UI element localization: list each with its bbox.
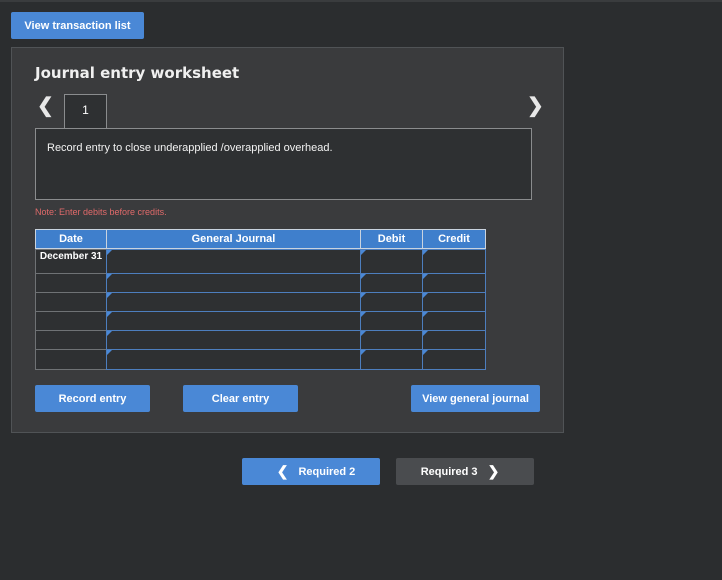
credit-input[interactable] (422, 273, 486, 294)
note-text: Note: Enter debits before credits. (35, 207, 167, 217)
credit-input[interactable] (422, 349, 486, 370)
journal-table: Date General Journal Debit Credit Decemb… (35, 229, 486, 373)
required-3-button[interactable]: Required 3 ❯ (396, 458, 534, 485)
header-date: Date (35, 229, 107, 249)
record-entry-button[interactable]: Record entry (35, 385, 150, 412)
credit-input[interactable] (422, 311, 486, 332)
top-divider (0, 0, 722, 2)
view-general-journal-button[interactable]: View general journal (411, 385, 540, 412)
chevron-left-icon[interactable]: ❮ (37, 96, 54, 116)
general-journal-input[interactable] (106, 249, 361, 275)
date-cell: December 31 (35, 249, 107, 275)
chevron-left-icon: ❮ (276, 463, 289, 479)
credit-input[interactable] (422, 292, 486, 313)
debit-input[interactable] (360, 349, 423, 370)
date-cell (35, 349, 107, 370)
chevron-right-icon: ❯ (487, 463, 500, 479)
header-general-journal: General Journal (106, 229, 361, 249)
worksheet-title: Journal entry worksheet (35, 64, 240, 82)
date-cell (35, 311, 107, 332)
required-3-label: Required 3 (420, 465, 478, 478)
date-cell (35, 273, 107, 294)
debit-input[interactable] (360, 292, 423, 313)
date-cell (35, 292, 107, 313)
header-debit: Debit (360, 229, 423, 249)
debit-input[interactable] (360, 273, 423, 294)
date-cell (35, 330, 107, 351)
journal-entry-worksheet-panel: Journal entry worksheet ❮ ❯ 1 Record ent… (11, 47, 564, 433)
general-journal-input[interactable] (106, 292, 361, 313)
debit-input[interactable] (360, 249, 423, 275)
debit-input[interactable] (360, 311, 423, 332)
chevron-right-icon[interactable]: ❯ (527, 96, 544, 116)
debit-input[interactable] (360, 330, 423, 351)
required-2-label: Required 2 (298, 465, 356, 478)
header-credit: Credit (422, 229, 486, 249)
entry-description: Record entry to close underapplied /over… (35, 128, 532, 200)
view-transaction-list-button[interactable]: View transaction list (11, 12, 144, 39)
credit-input[interactable] (422, 330, 486, 351)
tab-entry-1[interactable]: 1 (64, 94, 107, 129)
general-journal-input[interactable] (106, 330, 361, 351)
general-journal-input[interactable] (106, 273, 361, 294)
general-journal-input[interactable] (106, 311, 361, 332)
credit-input[interactable] (422, 249, 486, 275)
clear-entry-button[interactable]: Clear entry (183, 385, 298, 412)
required-2-button[interactable]: ❮ Required 2 (242, 458, 380, 485)
general-journal-input[interactable] (106, 349, 361, 370)
